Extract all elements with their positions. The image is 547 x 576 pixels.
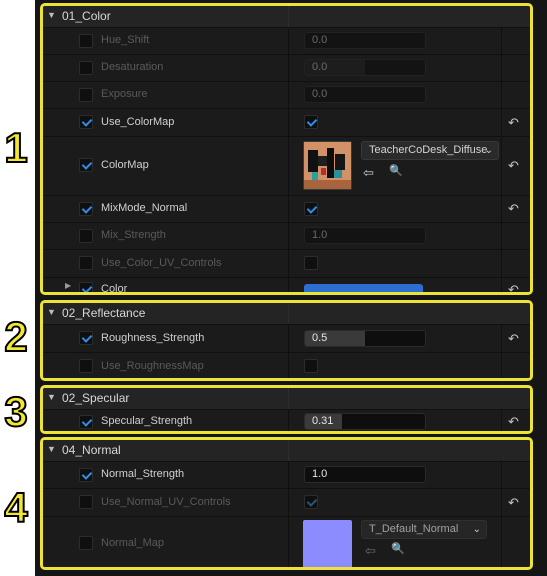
override-checkbox[interactable] (79, 158, 93, 172)
override-checkbox[interactable] (79, 34, 93, 48)
annotation-marker-2: 2 (3, 312, 28, 361)
category-header-color[interactable]: ▼ 01_Color (43, 6, 530, 28)
reset-to-default-icon[interactable]: ↶ (508, 202, 519, 215)
collapse-arrow-icon[interactable]: ▼ (47, 10, 56, 20)
use-colormap-checkbox[interactable] (304, 115, 318, 129)
use-selected-asset-icon[interactable]: ⇦ (365, 543, 376, 559)
colormap-asset-picker[interactable]: TeacherCoDesk_Diffuse ⌄ (361, 141, 499, 160)
color-swatch[interactable] (304, 284, 423, 292)
reset-to-default-icon[interactable]: ↶ (508, 159, 519, 172)
colormap-thumbnail[interactable] (303, 141, 352, 190)
category-title: 02_Specular (62, 391, 130, 405)
category-title: 01_Color (62, 9, 111, 23)
desaturation-input[interactable]: 0.0 (304, 59, 426, 76)
specular-strength-input[interactable]: 0.31 (304, 413, 426, 430)
category-header-reflectance[interactable]: ▼ 02_Reflectance (43, 303, 530, 325)
normal-map-thumbnail[interactable] (303, 520, 352, 567)
param-row-normal-map: Normal_Map T_Default_Normal ⌄ ⇦ 🔍 (43, 517, 530, 567)
override-checkbox[interactable] (79, 282, 93, 292)
param-row-use-roughnessmap: Use_RoughnessMap (43, 353, 530, 378)
param-name: Use_ColorMap (101, 116, 175, 128)
param-row-desaturation: Desaturation 0.0 (43, 55, 530, 82)
param-name: ColorMap (101, 159, 149, 171)
override-checkbox[interactable] (79, 256, 93, 270)
category-header-normal[interactable]: ▼ 04_Normal (43, 440, 530, 462)
collapse-arrow-icon[interactable]: ▼ (47, 392, 56, 402)
param-name: Color (101, 283, 128, 295)
param-row-color: ▶ Color ↶ (43, 278, 530, 295)
section-color-frame: ▼ 01_Color Hue_Shift 0.0 Desaturation 0.… (40, 3, 533, 295)
param-row-roughness-strength: Roughness_Strength 0.5 ↶ (43, 325, 530, 353)
reset-to-default-icon[interactable]: ↶ (508, 332, 519, 345)
collapse-arrow-icon[interactable]: ▼ (47, 444, 56, 454)
exposure-input[interactable]: 0.0 (304, 86, 426, 103)
section-specular-frame: ▼ 02_Specular Specular_Strength 0.31 ↶ (40, 385, 533, 434)
collapse-arrow-icon[interactable]: ▼ (47, 307, 56, 317)
override-checkbox[interactable] (79, 536, 93, 550)
param-row-mix-strength: Mix_Strength 1.0 (43, 223, 530, 250)
param-row-use-colormap: Use_ColorMap ↶ (43, 109, 530, 137)
param-row-exposure: Exposure 0.0 (43, 82, 530, 109)
param-row-specular-strength: Specular_Strength 0.31 ↶ (43, 410, 530, 431)
override-checkbox[interactable] (79, 61, 93, 75)
param-row-use-normal-uv: Use_Normal_UV_Controls ↶ (43, 489, 530, 517)
mix-strength-input[interactable]: 1.0 (304, 227, 426, 244)
hue-shift-input[interactable]: 0.0 (304, 32, 426, 49)
category-title: 02_Reflectance (62, 306, 146, 320)
override-checkbox[interactable] (79, 495, 93, 509)
use-selected-asset-icon[interactable]: ⇦ (363, 165, 374, 181)
reset-to-default-icon[interactable]: ↶ (508, 496, 519, 509)
param-row-colormap: ColorMap TeacherCoDesk_Diffuse ⌄ ⇦ 🔍 ↶ (43, 137, 530, 196)
use-roughnessmap-checkbox[interactable] (304, 359, 318, 373)
param-row-mixmode-normal: MixMode_Normal ↶ (43, 196, 530, 223)
browse-asset-icon[interactable]: 🔍 (391, 542, 405, 555)
override-checkbox[interactable] (79, 331, 93, 345)
param-name: MixMode_Normal (101, 202, 188, 214)
normal-strength-input[interactable]: 1.0 (304, 466, 426, 483)
param-name: Use_RoughnessMap (101, 360, 204, 372)
override-checkbox[interactable] (79, 359, 93, 373)
category-header-specular[interactable]: ▼ 02_Specular (43, 388, 530, 410)
annotation-marker-1: 1 (3, 123, 28, 172)
param-name: Specular_Strength (101, 415, 193, 427)
reset-to-default-icon[interactable]: ↶ (508, 116, 519, 129)
section-reflectance-frame: ▼ 02_Reflectance Roughness_Strength 0.5 … (40, 300, 533, 381)
override-checkbox[interactable] (79, 415, 93, 429)
section-normal-frame: ▼ 04_Normal Normal_Strength 1.0 Use_Norm… (40, 437, 533, 570)
param-name: Use_Normal_UV_Controls (101, 496, 231, 508)
param-name: Roughness_Strength (101, 332, 205, 344)
param-name: Normal_Strength (101, 468, 185, 480)
annotation-marker-4: 4 (3, 483, 28, 532)
annotation-marker-3: 3 (3, 387, 28, 436)
param-name: Normal_Map (101, 537, 164, 549)
chevron-down-icon: ⌄ (472, 524, 481, 535)
param-name: Exposure (101, 88, 148, 100)
param-row-hue-shift: Hue_Shift 0.0 (43, 28, 530, 55)
override-checkbox[interactable] (79, 468, 93, 482)
use-normal-uv-checkbox[interactable] (304, 495, 318, 509)
use-color-uv-checkbox[interactable] (304, 256, 318, 270)
override-checkbox[interactable] (79, 202, 93, 216)
override-checkbox[interactable] (79, 88, 93, 102)
chevron-down-icon: ⌄ (484, 145, 493, 156)
param-name: Desaturation (101, 61, 164, 73)
param-name: Mix_Strength (101, 229, 166, 241)
roughness-strength-input[interactable]: 0.5 (304, 330, 426, 347)
override-checkbox[interactable] (79, 115, 93, 129)
reset-to-default-icon[interactable]: ↶ (508, 283, 519, 292)
override-checkbox[interactable] (79, 229, 93, 243)
category-title: 04_Normal (62, 443, 121, 457)
normal-map-asset-picker[interactable]: T_Default_Normal ⌄ (361, 520, 487, 539)
mixmode-normal-checkbox[interactable] (304, 202, 318, 216)
expand-arrow-icon[interactable]: ▶ (65, 281, 71, 290)
param-name: Hue_Shift (101, 34, 150, 46)
param-name: Use_Color_UV_Controls (101, 257, 222, 269)
param-row-use-color-uv: Use_Color_UV_Controls (43, 250, 530, 278)
param-row-normal-strength: Normal_Strength 1.0 (43, 462, 530, 489)
reset-to-default-icon[interactable]: ↶ (508, 415, 519, 428)
browse-asset-icon[interactable]: 🔍 (389, 164, 403, 177)
